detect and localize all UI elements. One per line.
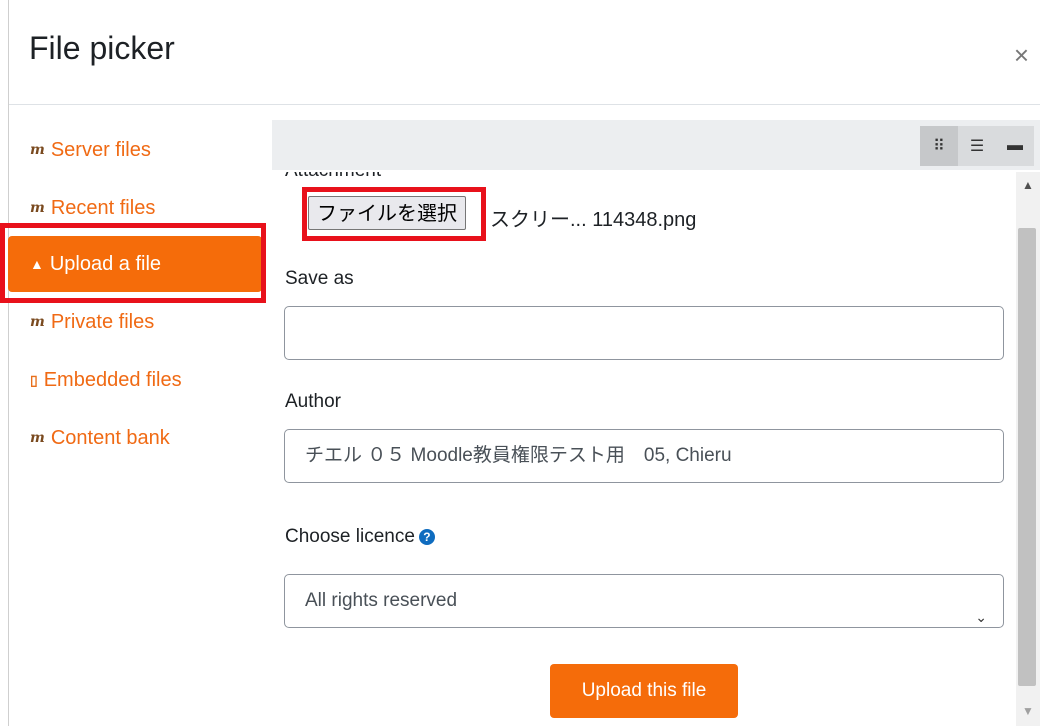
scroll-down-arrow-icon[interactable]: ▼ — [1022, 704, 1034, 718]
moodle-icon: m — [30, 142, 45, 158]
embedded-file-icon: ▯ — [30, 371, 38, 388]
sidebar-item-label: Embedded files — [43, 368, 182, 391]
close-icon[interactable]: × — [1014, 42, 1029, 68]
scroll-up-arrow-icon[interactable]: ▲ — [1022, 178, 1034, 192]
sidebar-item-embedded-files[interactable]: ▯ Embedded files — [8, 352, 262, 408]
save-as-input[interactable] — [284, 306, 1004, 360]
file-picker-toolbar: ⠿ ☰ ▬ — [272, 120, 1040, 170]
sidebar-item-private-files[interactable]: m Private files — [8, 294, 262, 350]
sidebar-item-label: Content bank — [50, 426, 170, 449]
upload-form: Attachment ファイルを選択 スクリー... 114348.png Sa… — [272, 172, 1016, 726]
sidebar-item-server-files[interactable]: m Server files — [8, 122, 262, 178]
sidebar-item-recent-files[interactable]: m Recent files — [8, 180, 262, 236]
scroll-thumb[interactable] — [1018, 228, 1036, 686]
moodle-icon: m — [30, 430, 45, 446]
attachment-label: Attachment — [285, 172, 381, 182]
sidebar-item-label: Upload a file — [49, 252, 162, 275]
licence-label: Choose licence? — [285, 526, 435, 548]
chevron-down-icon: ⌄ — [975, 609, 987, 625]
content-scrollbar[interactable]: ▲ ▼ — [1016, 172, 1040, 726]
choose-file-button[interactable]: ファイルを選択 — [308, 196, 466, 230]
upload-this-file-button[interactable]: Upload this file — [550, 664, 738, 718]
sidebar-item-label: Server files — [50, 138, 151, 161]
author-input[interactable]: チエル ０５ Moodle教員権限テスト用 05, Chieru — [284, 429, 1004, 483]
sidebar-item-content-bank[interactable]: m Content bank — [8, 410, 262, 466]
grid-view-icon[interactable]: ⠿ — [920, 126, 958, 166]
licence-selected-value: All rights reserved — [305, 590, 458, 611]
sidebar-item-upload-a-file[interactable]: ▲ Upload a file — [8, 236, 262, 292]
moodle-icon: m — [30, 200, 45, 216]
sidebar-item-label: Recent files — [50, 196, 156, 219]
selected-file-name: スクリー... 114348.png — [490, 209, 697, 231]
author-label: Author — [285, 391, 341, 412]
licence-label-text: Choose licence — [285, 526, 415, 547]
folder-view-icon[interactable]: ▬ — [996, 126, 1034, 166]
upload-icon: ▲ — [30, 256, 44, 272]
moodle-icon: m — [30, 314, 45, 330]
dialog-header: File picker × — [9, 0, 1040, 105]
dialog-title: File picker — [29, 30, 175, 66]
list-view-icon[interactable]: ☰ — [958, 126, 996, 166]
help-icon[interactable]: ? — [418, 528, 435, 545]
sidebar-item-label: Private files — [50, 310, 155, 333]
save-as-label: Save as — [285, 268, 354, 289]
licence-select[interactable]: All rights reserved ⌄ — [284, 574, 1004, 628]
view-switcher: ⠿ ☰ ▬ — [920, 126, 1034, 166]
